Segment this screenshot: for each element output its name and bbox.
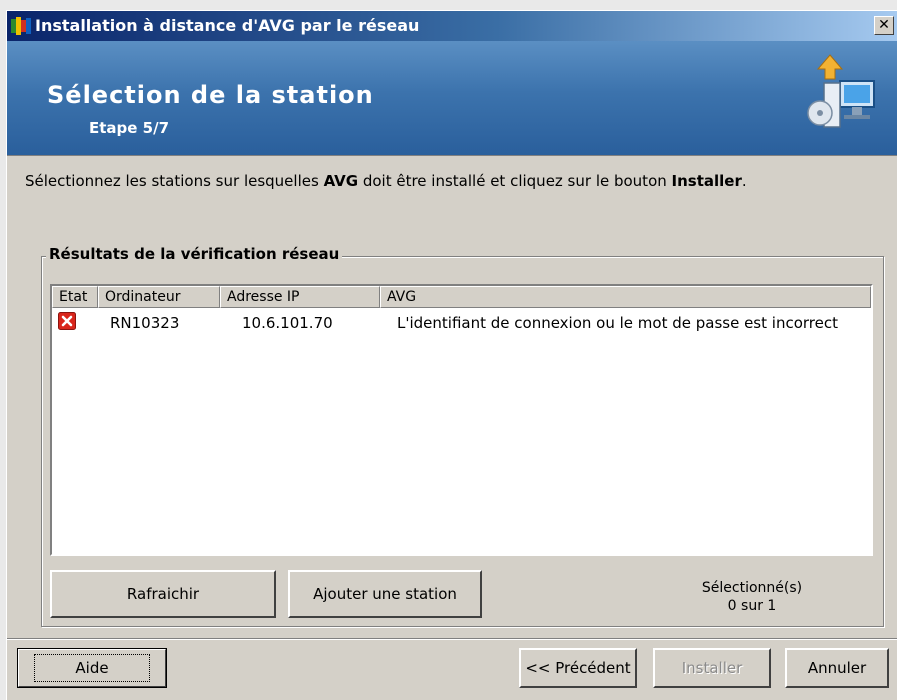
selection-count: 0 sur 1	[727, 598, 777, 614]
selection-label: Sélectionné(s)	[701, 580, 803, 596]
refresh-button[interactable]: Rafraichir	[50, 570, 276, 618]
column-header-avg[interactable]: AVG	[380, 286, 871, 308]
instruction-text: Sélectionnez les stations sur lesquelles…	[25, 172, 747, 190]
step-indicator: Etape 5/7	[89, 119, 170, 137]
error-x-icon	[58, 312, 76, 330]
stations-list[interactable]: Etat Ordinateur Adresse IP AVG RN10323 1…	[50, 284, 873, 556]
column-header-ip[interactable]: Adresse IP	[220, 286, 380, 308]
row-ip: 10.6.101.70	[242, 314, 333, 332]
cancel-button[interactable]: Annuler	[785, 648, 889, 688]
column-header-ordinateur[interactable]: Ordinateur	[98, 286, 220, 308]
add-station-button[interactable]: Ajouter une station	[288, 570, 482, 618]
avg-logo-icon	[11, 17, 31, 35]
column-header-etat[interactable]: Etat	[52, 286, 98, 308]
network-results-group: Résultats de la vérification réseau Etat…	[41, 245, 884, 627]
wizard-header: Sélection de la station Etape 5/7	[7, 41, 897, 156]
window-title: Installation à distance d'AVG par le rés…	[35, 16, 420, 35]
instruction-bold-avg: AVG	[323, 172, 359, 190]
row-computer: RN10323	[110, 314, 180, 332]
title-bar[interactable]: Installation à distance d'AVG par le rés…	[7, 11, 897, 41]
network-install-icon	[807, 54, 875, 128]
close-button[interactable]: ✕	[874, 16, 894, 35]
list-header: Etat Ordinateur Adresse IP AVG	[52, 286, 871, 308]
footer-separator	[7, 638, 897, 640]
selection-counter: Sélectionné(s) 0 sur 1	[662, 579, 842, 615]
dialog-window: Installation à distance d'AVG par le rés…	[6, 10, 897, 700]
help-button-label: Aide	[34, 654, 150, 682]
group-legend: Résultats de la vérification réseau	[46, 245, 343, 263]
close-icon: ✕	[878, 17, 890, 33]
page-title: Sélection de la station	[47, 81, 374, 109]
previous-button[interactable]: << Précédent	[519, 648, 637, 688]
instruction-bold-install: Installer	[671, 172, 742, 190]
row-avg-status: L'identifiant de connexion ou le mot de …	[397, 314, 838, 332]
help-button[interactable]: Aide	[17, 648, 167, 688]
install-button[interactable]: Installer	[653, 648, 771, 688]
table-row[interactable]: RN10323 10.6.101.70 L'identifiant de con…	[52, 309, 871, 335]
